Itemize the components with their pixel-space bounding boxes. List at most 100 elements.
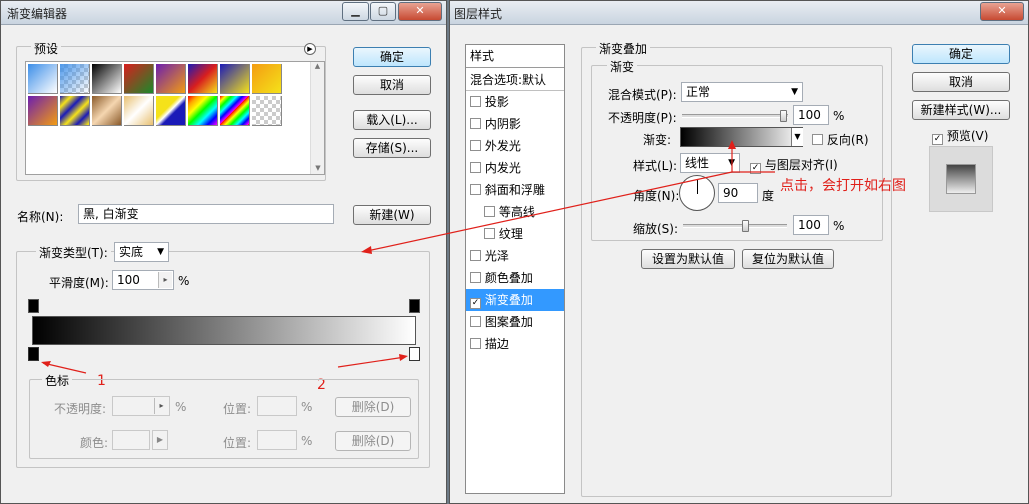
minimize-button[interactable]: ▁: [342, 2, 369, 21]
preset-swatch[interactable]: [92, 64, 122, 94]
reverse-check-icon[interactable]: [812, 134, 823, 145]
style-list-item[interactable]: 图案叠加: [466, 311, 564, 333]
align-with-layer-checkbox[interactable]: ✓ 与图层对齐(I): [750, 156, 838, 174]
angle-input[interactable]: 90: [718, 183, 758, 203]
style-checkbox-icon[interactable]: [470, 162, 481, 173]
new-button[interactable]: 新建(W): [353, 205, 431, 225]
style-list-item[interactable]: ✓ 渐变叠加: [466, 289, 564, 311]
spin-arrow-icon[interactable]: ▸: [158, 272, 172, 288]
set-default-button[interactable]: 设置为默认值: [641, 249, 735, 269]
style-list-item[interactable]: 光泽: [466, 245, 564, 267]
smoothness-label: 平滑度(M):: [49, 276, 109, 290]
scale-slider[interactable]: [683, 220, 787, 232]
gradient-picker-dropdown[interactable]: ▼: [791, 128, 803, 146]
style-list-item[interactable]: 外发光: [466, 135, 564, 157]
close-button[interactable]: ✕: [398, 2, 442, 21]
style-checkbox-icon[interactable]: [484, 228, 495, 239]
close-button[interactable]: ✕: [980, 2, 1024, 21]
style-checkbox-icon[interactable]: [470, 184, 481, 195]
style-list-item-label: 内阴影: [484, 117, 521, 131]
style-list-item[interactable]: 内阴影: [466, 113, 564, 135]
preset-swatch[interactable]: [252, 96, 282, 126]
style-list-item[interactable]: 颜色叠加: [466, 267, 564, 289]
angle-dial[interactable]: [679, 175, 715, 211]
preset-swatch[interactable]: [124, 64, 154, 94]
gradient-subgroup-title: 渐变: [607, 58, 638, 75]
style-checkbox-icon[interactable]: [484, 206, 495, 217]
save-button[interactable]: 存储(S)...: [353, 138, 431, 158]
gradient-overlay-title: 渐变叠加: [596, 40, 651, 57]
stop-color-location-label: 位置:: [223, 436, 252, 450]
annotation-text: 点击，会打开如右图: [780, 178, 906, 194]
style-list-item[interactable]: 纹理: [466, 223, 564, 245]
style-list-item[interactable]: 内发光: [466, 157, 564, 179]
preview-check-icon[interactable]: ✓: [932, 134, 943, 145]
cancel-button[interactable]: 取消: [353, 75, 431, 95]
gradient-picker[interactable]: [680, 127, 803, 147]
preset-swatch[interactable]: [28, 96, 58, 126]
preset-swatch[interactable]: [156, 96, 186, 126]
gradient-editor-titlebar[interactable]: 渐变编辑器 ▁ ▢ ✕: [1, 1, 446, 25]
smoothness-input[interactable]: 100 ▸: [112, 270, 174, 290]
presets-menu-icon[interactable]: ▶: [304, 43, 316, 55]
preset-swatch[interactable]: [220, 96, 250, 126]
preset-swatch[interactable]: [124, 96, 154, 126]
preset-swatch[interactable]: [156, 64, 186, 94]
preset-swatch[interactable]: [188, 64, 218, 94]
style-checkbox-icon[interactable]: [470, 96, 481, 107]
style-checkbox-icon[interactable]: [470, 338, 481, 349]
window-title: 图层样式: [454, 7, 503, 21]
opacity-input[interactable]: 100: [793, 105, 829, 125]
preset-swatch[interactable]: [28, 64, 58, 94]
preset-swatch[interactable]: [60, 96, 90, 126]
stop-opacity-location-label: 位置:: [223, 402, 252, 416]
gradient-bar[interactable]: [32, 316, 416, 345]
preset-swatch[interactable]: [188, 96, 218, 126]
load-button[interactable]: 载入(L)...: [353, 110, 431, 130]
layer-style-window: 图层样式 ✕ 样式 混合选项:默认 投影 内阴影 外发光 内发光 斜面和浮雕 等…: [449, 0, 1029, 504]
preset-swatch[interactable]: [60, 64, 90, 94]
blend-mode-select[interactable]: 正常 ▼: [681, 82, 803, 102]
preset-swatch[interactable]: [220, 64, 250, 94]
reset-default-button[interactable]: 复位为默认值: [742, 249, 834, 269]
preview-checkbox[interactable]: ✓ 预览(V): [932, 127, 988, 145]
reverse-checkbox[interactable]: 反向(R): [812, 131, 869, 148]
preset-swatch[interactable]: [252, 64, 282, 94]
opacity-stop-right[interactable]: [409, 299, 420, 313]
style-checkbox-icon[interactable]: [470, 118, 481, 129]
percent-label: %: [178, 274, 190, 288]
ok-button[interactable]: 确定: [912, 44, 1010, 64]
ok-button[interactable]: 确定: [353, 47, 431, 67]
preview-thumbnail: [929, 146, 993, 212]
layer-style-titlebar[interactable]: 图层样式 ✕: [450, 1, 1028, 25]
gradient-type-select[interactable]: 实底 ▼: [114, 242, 169, 262]
opacity-stop-left[interactable]: [28, 299, 39, 313]
gradient-type-label: 渐变类型(T):: [36, 244, 111, 261]
cancel-button[interactable]: 取消: [912, 72, 1010, 92]
style-select[interactable]: 线性 ▼: [680, 153, 740, 173]
style-checkbox-icon[interactable]: [470, 250, 481, 261]
scale-input[interactable]: 100: [793, 215, 829, 235]
style-list-item[interactable]: 等高线: [466, 201, 564, 223]
presets-scrollbar[interactable]: ▲ ▼: [310, 62, 324, 174]
style-checkbox-icon[interactable]: [470, 316, 481, 327]
style-list-item[interactable]: 投影: [466, 91, 564, 113]
style-list-item[interactable]: 混合选项:默认: [466, 69, 564, 91]
new-style-button[interactable]: 新建样式(W)...: [912, 100, 1010, 120]
maximize-button[interactable]: ▢: [370, 2, 396, 21]
style-list-item-label: 描边: [484, 337, 509, 351]
style-list-item[interactable]: 描边: [466, 333, 564, 355]
style-list-item-label: 投影: [484, 95, 509, 109]
color-stop-right[interactable]: [409, 347, 420, 361]
style-checkbox-icon[interactable]: [470, 140, 481, 151]
preset-swatch[interactable]: [92, 96, 122, 126]
color-stop-left[interactable]: [28, 347, 39, 361]
name-input[interactable]: 黑, 白渐变: [78, 204, 334, 224]
style-list-item[interactable]: 斜面和浮雕: [466, 179, 564, 201]
scale-slider-thumb[interactable]: [742, 220, 749, 232]
opacity-slider-thumb[interactable]: [780, 110, 787, 122]
style-checkbox-icon[interactable]: [470, 272, 481, 283]
opacity-slider[interactable]: [682, 110, 788, 122]
align-check-icon[interactable]: ✓: [750, 163, 761, 174]
style-checkbox-icon[interactable]: ✓: [470, 298, 481, 309]
